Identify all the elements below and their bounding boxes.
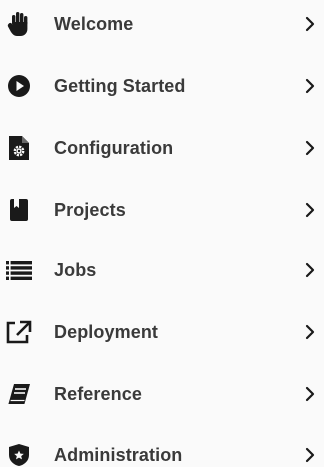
- nav-item-label: Welcome: [54, 13, 134, 34]
- nav-item-label: Administration: [54, 444, 183, 465]
- book-icon: [6, 197, 32, 223]
- nav-item-label: Getting Started: [54, 75, 186, 96]
- play-circle-icon: [6, 73, 32, 99]
- nav-item-label: Reference: [54, 383, 142, 404]
- hand-stop-icon: [6, 11, 32, 37]
- nav-item-welcome[interactable]: Welcome: [0, 2, 324, 46]
- nav-item-label: Configuration: [54, 137, 174, 158]
- shield-star-icon: [6, 442, 32, 467]
- nav-item-reference[interactable]: Reference: [0, 372, 324, 416]
- nav-item-configuration[interactable]: Configuration: [0, 126, 324, 170]
- sidebar-nav: Welcome Getting Started Configuration Pr…: [0, 0, 324, 467]
- chevron-right-icon: [304, 76, 316, 96]
- file-gear-icon: [6, 135, 32, 161]
- chevron-right-icon: [304, 260, 316, 280]
- chevron-right-icon: [304, 200, 316, 220]
- chevron-right-icon: [304, 322, 316, 342]
- chevron-right-icon: [304, 138, 316, 158]
- chevron-right-icon: [304, 384, 316, 404]
- external-link-icon: [6, 319, 32, 345]
- nav-item-administration[interactable]: Administration: [0, 433, 324, 467]
- nav-item-label: Deployment: [54, 321, 159, 342]
- nav-item-projects[interactable]: Projects: [0, 188, 324, 232]
- chevron-right-icon: [304, 14, 316, 34]
- nav-item-deployment[interactable]: Deployment: [0, 310, 324, 354]
- nav-item-jobs[interactable]: Jobs: [0, 248, 324, 292]
- chevron-right-icon: [304, 445, 316, 465]
- nav-item-label: Jobs: [54, 259, 97, 280]
- list-icon: [6, 257, 32, 283]
- nav-item-getting-started[interactable]: Getting Started: [0, 64, 324, 108]
- nav-item-label: Projects: [54, 199, 126, 220]
- book-open-icon: [6, 381, 32, 407]
